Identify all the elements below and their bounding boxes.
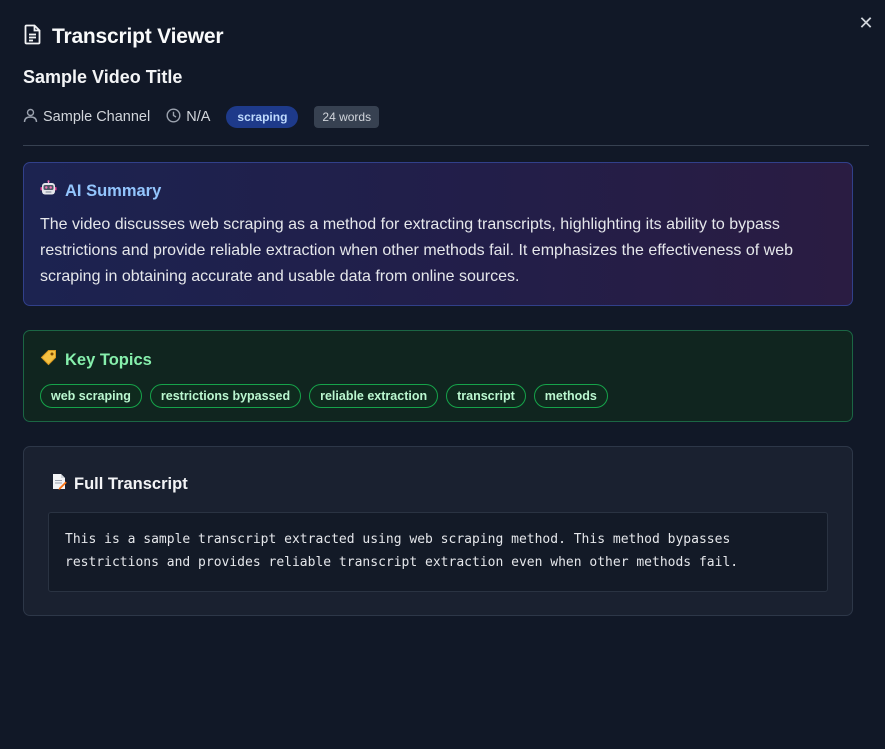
transcript-viewer-modal: ✕ Transcript Viewer Sample Video Title S… [0, 0, 885, 749]
ai-summary-card: AI Summary The video discusses web scrap… [23, 162, 853, 306]
modal-title: Transcript Viewer [52, 25, 224, 48]
key-topics-card: Key Topics web scraping restrictions byp… [23, 330, 853, 422]
document-icon [51, 473, 67, 495]
video-title: Sample Video Title [23, 67, 183, 87]
topic-chip: transcript [446, 384, 526, 408]
ai-summary-header: AI Summary [40, 180, 836, 202]
ai-summary-title: AI Summary [65, 181, 162, 200]
robot-icon [40, 180, 57, 202]
close-icon: ✕ [858, 13, 874, 33]
user-icon [23, 108, 38, 127]
clock-icon [166, 107, 181, 127]
topic-chip: restrictions bypassed [149, 384, 302, 408]
key-topics-title: Key Topics [65, 350, 152, 369]
video-meta: Sample Channel N/A scraping 24 words [23, 105, 380, 129]
full-transcript-title: Full Transcript [74, 474, 188, 493]
ai-summary-text: The video discusses web scraping as a me… [40, 216, 793, 285]
word-count-badge: 24 words [314, 106, 380, 128]
duration-value: N/A [186, 109, 211, 125]
full-transcript-header: Full Transcript [48, 473, 828, 495]
key-topics-header: Key Topics [40, 349, 836, 371]
header-divider [23, 145, 869, 146]
duration-info: N/A [166, 107, 211, 127]
topic-list: web scraping restrictions bypassed relia… [40, 384, 836, 408]
document-icon [23, 24, 42, 50]
topic-chip: reliable extraction [309, 384, 439, 408]
transcript-text: This is a sample transcript extracted us… [48, 512, 828, 592]
close-button[interactable]: ✕ [855, 12, 877, 34]
tag-icon [40, 349, 57, 371]
full-transcript-card: Full Transcript This is a sample transcr… [23, 446, 853, 616]
topic-chip: web scraping [40, 384, 142, 408]
channel-name: Sample Channel [43, 109, 151, 125]
modal-header: Transcript Viewer [23, 24, 223, 50]
channel-info: Sample Channel [23, 108, 150, 127]
topic-chip: methods [533, 384, 608, 408]
tag-badge: scraping [226, 106, 299, 128]
